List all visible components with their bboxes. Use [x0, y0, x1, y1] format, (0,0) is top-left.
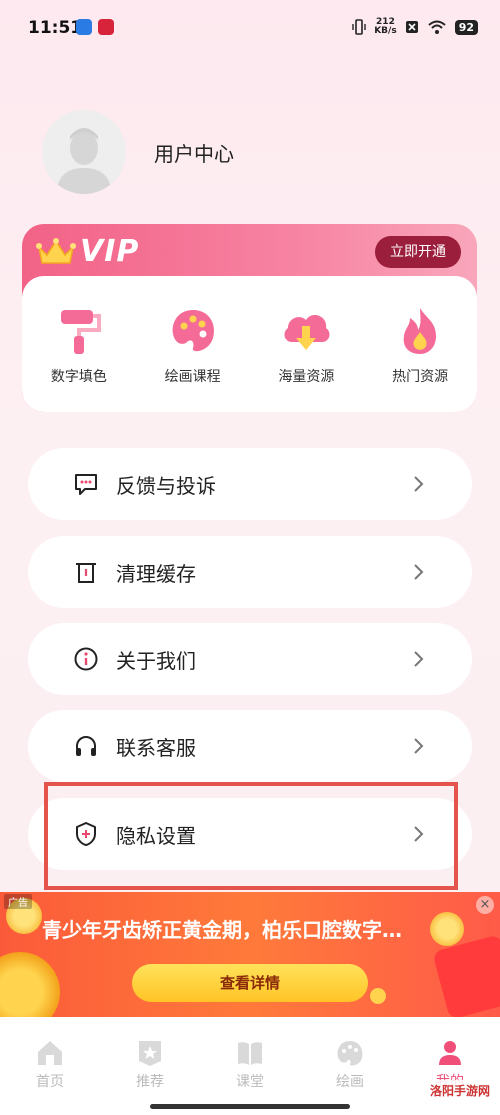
- menu-label: 清理缓存: [116, 561, 196, 586]
- nav-label: 首页: [36, 1074, 64, 1090]
- nav-item-recommend[interactable]: 推荐: [100, 1017, 200, 1115]
- home-indicator[interactable]: [150, 1104, 350, 1109]
- coin-decoration: [370, 988, 386, 1004]
- feedback-icon: [72, 470, 100, 498]
- vip-features: 数字填色 绘画课程 海量资源 热门资源: [22, 276, 477, 412]
- vip-logo-text: VIP: [80, 234, 140, 269]
- vip-open-button[interactable]: 立即开通: [375, 236, 461, 268]
- user-icon: [439, 1041, 461, 1065]
- vibrate-icon: [352, 19, 366, 35]
- red-app-icon: [98, 19, 114, 35]
- highlight-annotation-box: [44, 782, 458, 890]
- cloud-download-icon: [284, 314, 330, 350]
- nav-item-home[interactable]: 首页: [0, 1017, 100, 1115]
- ad-details-button[interactable]: 查看详情: [132, 964, 368, 1002]
- username[interactable]: 用户中心: [154, 138, 234, 167]
- status-time: 11:51: [28, 18, 83, 38]
- vip-feature-label: 热门资源: [392, 369, 449, 385]
- menu-label: 反馈与投诉: [116, 473, 216, 498]
- paint-roller-icon: [60, 310, 101, 354]
- net-speed: 212 KB/s: [374, 18, 396, 36]
- nav-label: 课堂: [236, 1074, 264, 1090]
- cloud-app-icon: [76, 19, 92, 35]
- menu-label: 联系客服: [116, 735, 196, 760]
- crown-icon: [36, 237, 76, 264]
- default-avatar-icon: [56, 128, 112, 194]
- coin-decoration: [0, 952, 60, 1017]
- palette-icon: [172, 310, 214, 352]
- nav-label: 推荐: [136, 1074, 164, 1090]
- book-icon: [238, 1042, 262, 1065]
- watermark: 洛阳手游网: [425, 1080, 494, 1101]
- avatar[interactable]: [42, 110, 126, 194]
- vip-feature-massive-resources[interactable]: 海量资源: [250, 276, 364, 412]
- chevron-right-icon: [414, 564, 424, 580]
- star-badge-icon: [139, 1041, 161, 1066]
- status-notification-icons: [76, 19, 114, 35]
- menu-item-about-us[interactable]: 关于我们: [28, 623, 472, 695]
- menu-label: 关于我们: [116, 648, 196, 673]
- vip-feature-drawing-course[interactable]: 绘画课程: [136, 276, 250, 412]
- chevron-right-icon: [414, 738, 424, 754]
- vip-feature-paint-by-number[interactable]: 数字填色: [22, 276, 136, 412]
- menu-item-feedback[interactable]: 反馈与投诉: [28, 448, 472, 520]
- status-bar: 11:51 212 KB/s 92: [0, 0, 500, 60]
- menu-item-clear-cache[interactable]: 清理缓存: [28, 536, 472, 608]
- menu-item-contact-support[interactable]: 联系客服: [28, 710, 472, 782]
- vip-card: VIP 立即开通 数字填色 绘画课程 海量资源 热门资源: [22, 224, 477, 412]
- net-speed-unit: KB/s: [374, 26, 397, 36]
- red-envelope-decoration: [432, 934, 500, 1017]
- ad-headline[interactable]: 青少年牙齿矫正黄金期，柏乐口腔数字…: [42, 914, 462, 943]
- ad-banner[interactable]: 广告 × 青少年牙齿矫正黄金期，柏乐口腔数字… 查看详情: [0, 892, 500, 1017]
- flame-icon: [403, 308, 437, 354]
- palette-icon: [337, 1041, 363, 1066]
- close-icon[interactable]: ×: [476, 896, 494, 914]
- info-icon: [72, 645, 100, 673]
- vip-feature-hot-resources[interactable]: 热门资源: [363, 276, 477, 412]
- vip-logo: VIP: [36, 234, 139, 269]
- bottom-nav: 首页 推荐 课堂 绘画 我的: [0, 1017, 500, 1115]
- ad-tag: 广告: [4, 894, 32, 909]
- vip-feature-label: 绘画课程: [164, 369, 221, 385]
- chevron-right-icon: [414, 651, 424, 667]
- no-sim-icon: [405, 21, 418, 33]
- profile-header[interactable]: 用户中心: [42, 110, 234, 194]
- chevron-right-icon: [414, 476, 424, 492]
- trash-icon: [72, 558, 100, 586]
- vip-feature-label: 海量资源: [278, 369, 335, 385]
- wifi-icon: [428, 20, 446, 34]
- nav-item-drawing[interactable]: 绘画: [300, 1017, 400, 1115]
- vip-feature-label: 数字填色: [50, 369, 107, 385]
- headset-icon: [72, 732, 100, 760]
- nav-item-classroom[interactable]: 课堂: [200, 1017, 300, 1115]
- nav-label: 绘画: [336, 1074, 364, 1090]
- battery-indicator: 92: [454, 19, 478, 35]
- status-right: 212 KB/s 92: [352, 18, 478, 36]
- home-icon: [38, 1041, 62, 1065]
